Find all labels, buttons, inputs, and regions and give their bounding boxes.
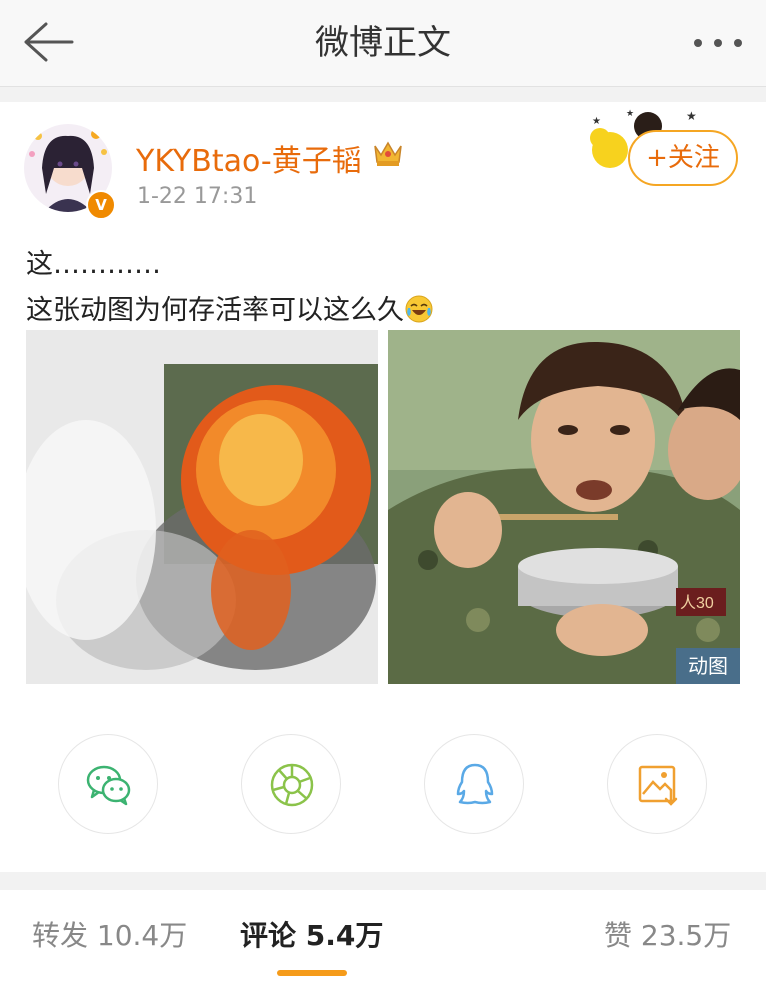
- post-text-line-2-text: 这张动图为何存活率可以这么久: [26, 295, 404, 326]
- crown-icon: [374, 141, 402, 166]
- active-tab-indicator: [277, 970, 347, 976]
- tab-repost[interactable]: 转发 10.4万: [32, 914, 187, 954]
- avatar-wrapper[interactable]: V: [24, 120, 116, 220]
- verified-badge: V: [86, 190, 116, 220]
- author-name[interactable]: YKYBtao-黄子韬: [136, 136, 362, 180]
- explosion-image[interactable]: [26, 330, 378, 684]
- post-text-line-2: 这张动图为何存活率可以这么久: [26, 288, 434, 334]
- tab-like[interactable]: 赞 23.5万: [604, 914, 731, 954]
- top-navbar: 微博正文: [0, 0, 766, 87]
- moments-icon: [270, 763, 314, 807]
- wechat-icon: [86, 765, 131, 806]
- save-image-icon: [638, 765, 678, 806]
- follow-button[interactable]: +关注: [628, 130, 738, 186]
- post-timestamp: 1-22 17:31: [137, 184, 258, 209]
- svg-text:★: ★: [592, 116, 601, 127]
- gif-badge: 动图: [676, 648, 740, 684]
- post-text-line-1: 这…………: [26, 249, 161, 280]
- save-image-button[interactable]: [607, 734, 707, 834]
- laugh-cry-emoji: [405, 295, 433, 323]
- post-card: V YKYBtao-黄子韬 1-22 17:31 ★ ★ ★ ★ +关注 这………: [0, 102, 766, 872]
- share-wechat-button[interactable]: [58, 734, 158, 834]
- page-title: 微博正文: [315, 23, 451, 63]
- share-qq-button[interactable]: [424, 734, 524, 834]
- qq-icon: [456, 763, 494, 805]
- tab-comment[interactable]: 评论 5.4万: [240, 914, 383, 954]
- more-dots-icon[interactable]: [690, 32, 746, 54]
- post-body: 这………… 这张动图为何存活率可以这么久: [26, 242, 434, 334]
- svg-text:★: ★: [686, 109, 697, 123]
- share-row: [0, 734, 766, 838]
- post-tabs: 转发 10.4万 评论 5.4万 赞 23.5万: [0, 890, 766, 1000]
- svg-text:★: ★: [626, 109, 634, 119]
- svg-text:人30: 人30: [680, 594, 714, 612]
- share-moments-button[interactable]: [241, 734, 341, 834]
- boy-eating-image[interactable]: 人30: [388, 330, 740, 684]
